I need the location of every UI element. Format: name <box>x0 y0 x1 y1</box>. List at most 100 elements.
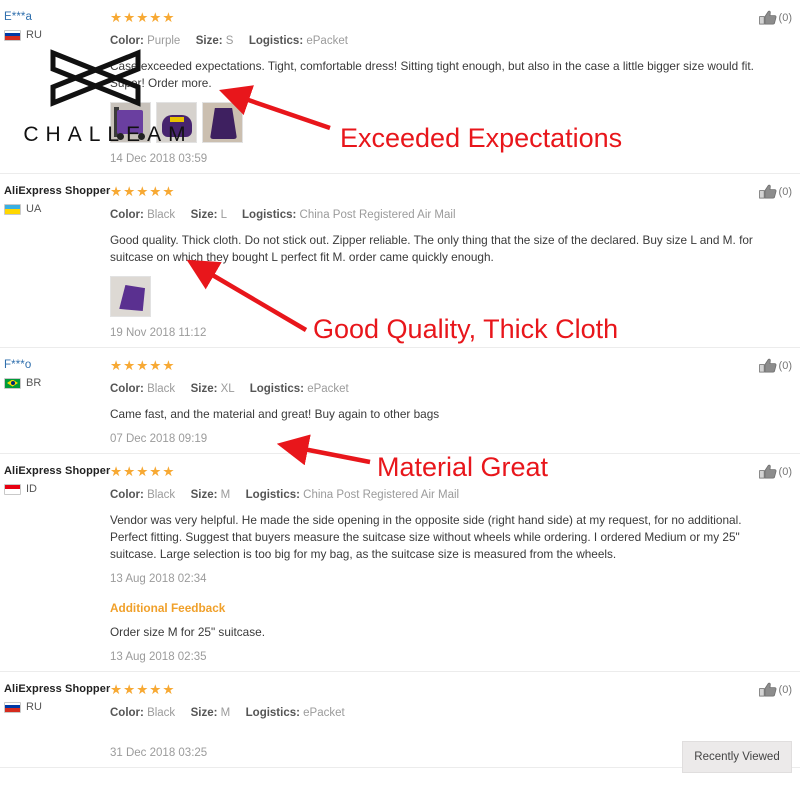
thumbs-up-icon <box>758 184 777 199</box>
logistics-value: ePacket <box>303 707 345 719</box>
star-rating: ★★★★★ <box>110 184 176 199</box>
like-count: (0) <box>778 186 792 198</box>
star-rating: ★★★★★ <box>110 464 176 479</box>
reviewer-name[interactable]: F***o <box>4 359 108 371</box>
reviewer-info: AliExpress Shopper UA <box>4 184 111 339</box>
logistics-value: ePacket <box>306 35 348 47</box>
flag-id-icon <box>4 483 21 495</box>
reviewer-name: AliExpress Shopper <box>4 185 111 197</box>
star-rating: ★★★★★ <box>110 10 176 25</box>
review-item: E***a RU ★★★★★ Color: Purple Size: S Log… <box>0 0 800 174</box>
review-photo-list <box>110 276 792 317</box>
reviewer-name[interactable]: E***a <box>4 11 108 23</box>
additional-feedback-title: Additional Feedback <box>110 601 226 615</box>
flag-ru-icon <box>4 701 21 713</box>
thumbs-up-icon <box>758 10 777 25</box>
review-photo[interactable] <box>110 276 151 317</box>
size-label: Size: <box>190 489 218 501</box>
review-timestamp: 14 Dec 2018 03:59 <box>110 153 208 165</box>
like-button[interactable]: (0) <box>758 184 792 200</box>
additional-feedback-text: Order size M for 25" suitcase. <box>110 625 265 639</box>
flag-br-icon <box>4 377 21 389</box>
thumbs-up-icon <box>758 464 777 479</box>
thumbs-up-icon <box>758 358 777 373</box>
review-photo-list <box>110 102 792 143</box>
country-code: ID <box>26 483 37 495</box>
logistics-label: Logistics: <box>245 707 300 719</box>
review-attributes: Color: Black Size: M Logistics: ePacket <box>110 705 792 721</box>
star-rating: ★★★★★ <box>110 682 176 697</box>
review-timestamp: 07 Dec 2018 09:19 <box>110 433 208 445</box>
reviews-page: E***a RU ★★★★★ Color: Purple Size: S Log… <box>0 0 800 800</box>
country-code: RU <box>26 701 42 713</box>
color-label: Color: <box>110 489 144 501</box>
color-label: Color: <box>110 383 144 395</box>
review-attributes: Color: Black Size: M Logistics: China Po… <box>110 487 792 503</box>
like-button[interactable]: (0) <box>758 358 792 374</box>
review-text: Case exceeded expectations. Tight, comfo… <box>110 59 754 90</box>
review-body: ★★★★★ Color: Black Size: XL Logistics: e… <box>108 358 792 445</box>
reviewer-info: F***o BR <box>4 358 108 445</box>
size-value: S <box>225 35 234 47</box>
additional-feedback: Additional Feedback Order size M for 25"… <box>110 601 792 663</box>
like-button[interactable]: (0) <box>758 464 792 480</box>
review-body: ★★★★★ Color: Black Size: M Logistics: Ch… <box>108 464 792 663</box>
flag-ua-icon <box>4 203 21 215</box>
review-body: ★★★★★ Color: Purple Size: S Logistics: e… <box>108 10 792 165</box>
color-value: Black <box>147 707 176 719</box>
recently-viewed-button[interactable]: Recently Viewed <box>682 741 792 773</box>
review-attributes: Color: Black Size: L Logistics: China Po… <box>110 207 792 223</box>
logistics-label: Logistics: <box>242 209 297 221</box>
reviewer-country: RU <box>4 701 108 713</box>
size-value: M <box>220 489 231 501</box>
recently-viewed-label: Recently Viewed <box>694 751 780 763</box>
review-attributes: Color: Black Size: XL Logistics: ePacket <box>110 381 792 397</box>
color-value: Black <box>147 383 176 395</box>
reviewer-info: AliExpress Shopper RU <box>4 682 110 759</box>
reviewer-country: ID <box>4 483 108 495</box>
like-count: (0) <box>778 12 792 24</box>
size-value: M <box>220 707 231 719</box>
review-item: AliExpress Shopper UA ★★★★★ Color: Black… <box>0 174 800 348</box>
review-timestamp: 13 Aug 2018 02:34 <box>110 573 207 585</box>
size-label: Size: <box>190 707 218 719</box>
review-photo[interactable] <box>202 102 243 143</box>
like-count: (0) <box>778 360 792 372</box>
review-item: AliExpress Shopper ID ★★★★★ Color: Black… <box>0 454 800 672</box>
color-value: Black <box>147 209 176 221</box>
like-count: (0) <box>778 466 792 478</box>
reviewer-info: AliExpress Shopper ID <box>4 464 111 663</box>
reviewer-name: AliExpress Shopper <box>4 465 111 477</box>
reviewer-country: UA <box>4 203 108 215</box>
country-code: RU <box>26 29 42 41</box>
reviewer-info: E***a RU <box>4 10 108 165</box>
review-photo[interactable] <box>110 102 151 143</box>
thumbs-up-icon <box>758 682 777 697</box>
logistics-label: Logistics: <box>245 489 300 501</box>
country-code: UA <box>26 203 42 215</box>
logistics-value: ePacket <box>307 383 349 395</box>
logistics-label: Logistics: <box>249 383 304 395</box>
color-label: Color: <box>110 209 144 221</box>
review-text: Good quality. Thick cloth. Do not stick … <box>110 233 753 264</box>
size-label: Size: <box>190 209 218 221</box>
like-count: (0) <box>778 684 792 696</box>
review-body: ★★★★★ Color: Black Size: L Logistics: Ch… <box>108 184 792 339</box>
review-text: Vendor was very helpful. He made the sid… <box>110 513 742 561</box>
additional-feedback-timestamp: 13 Aug 2018 02:35 <box>110 651 207 663</box>
review-item: F***o BR ★★★★★ Color: Black Size: XL Log… <box>0 348 800 454</box>
logistics-value: China Post Registered Air Mail <box>303 489 460 501</box>
color-label: Color: <box>110 35 144 47</box>
like-button[interactable]: (0) <box>758 10 792 26</box>
like-button[interactable]: (0) <box>758 682 792 698</box>
reviewer-country: BR <box>4 377 108 389</box>
review-attributes: Color: Purple Size: S Logistics: ePacket <box>110 33 792 49</box>
review-photo[interactable] <box>156 102 197 143</box>
review-item: AliExpress Shopper RU ★★★★★ Color: Black… <box>0 672 800 768</box>
size-label: Size: <box>190 383 218 395</box>
reviewer-country: RU <box>4 29 108 41</box>
color-label: Color: <box>110 707 144 719</box>
color-value: Purple <box>147 35 181 47</box>
color-value: Black <box>147 489 176 501</box>
size-label: Size: <box>195 35 223 47</box>
